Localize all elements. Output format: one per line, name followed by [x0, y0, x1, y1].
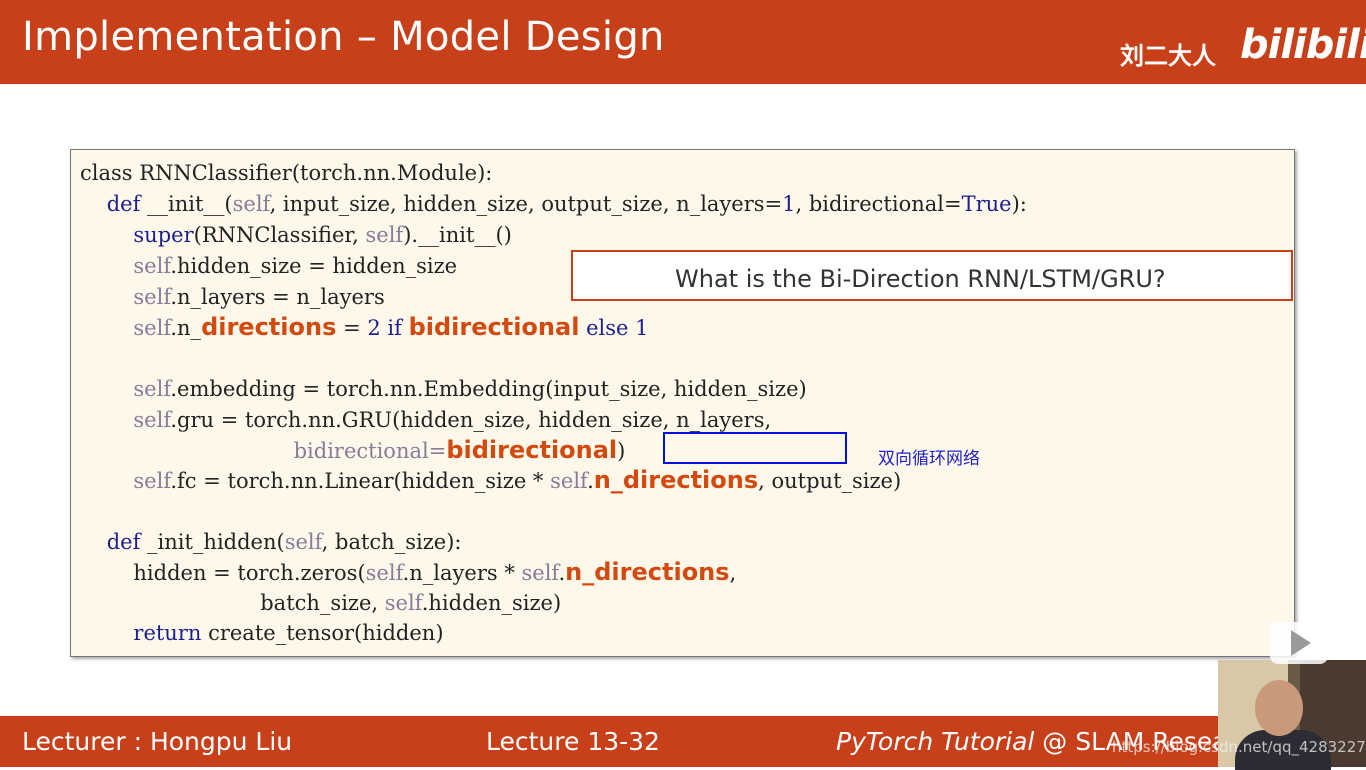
code-line: super(RNNClassifier, self).__init__() [133, 223, 512, 247]
play-icon [1291, 630, 1311, 656]
url-watermark: https://blog.csdn.net/qq_42832272 [1112, 738, 1366, 756]
brand-name: 刘二大人 [1120, 42, 1216, 70]
code-line: hidden = torch.zeros(self.n_layers * sel… [80, 558, 737, 586]
bilibili-logo-icon: bilibili [1240, 22, 1366, 68]
code-line: def _init_hidden(self, batch_size): [106, 530, 462, 554]
footer-lecture-number: Lecture 13-32 [486, 727, 660, 756]
webcam-person-head [1255, 680, 1303, 736]
footer-lecturer: Lecturer : Hongpu Liu [22, 727, 293, 756]
code-line: def __init__(self, input_size, hidden_si… [106, 192, 1027, 216]
code-line: self.embedding = torch.nn.Embedding(inpu… [133, 377, 807, 401]
code-line: self.fc = torch.nn.Linear(hidden_size * … [133, 466, 902, 494]
code-line: self.gru = torch.nn.GRU(hidden_size, hid… [133, 408, 772, 432]
code-line: self.n_directions = 2 if bidirectional e… [133, 313, 649, 341]
code-line: return create_tensor(hidden) [133, 621, 444, 645]
code-line: batch_size, self.hidden_size) [80, 591, 562, 615]
slide-title: Implementation – Model Design [22, 14, 665, 60]
code-line: self.hidden_size = hidden_size [133, 254, 458, 278]
highlight-box [663, 432, 847, 464]
callout-text: What is the Bi-Direction RNN/LSTM/GRU? [675, 265, 1166, 293]
annotation-note: 双向循环网络 [878, 449, 980, 469]
code-line: bidirectional=bidirectional) [293, 436, 626, 464]
footer-tutorial-title: PyTorch Tutorial [836, 727, 1035, 756]
code-line: class RNNClassifier(torch.nn.Module): [80, 161, 493, 185]
code-line: self.n_layers = n_layers [133, 285, 385, 309]
